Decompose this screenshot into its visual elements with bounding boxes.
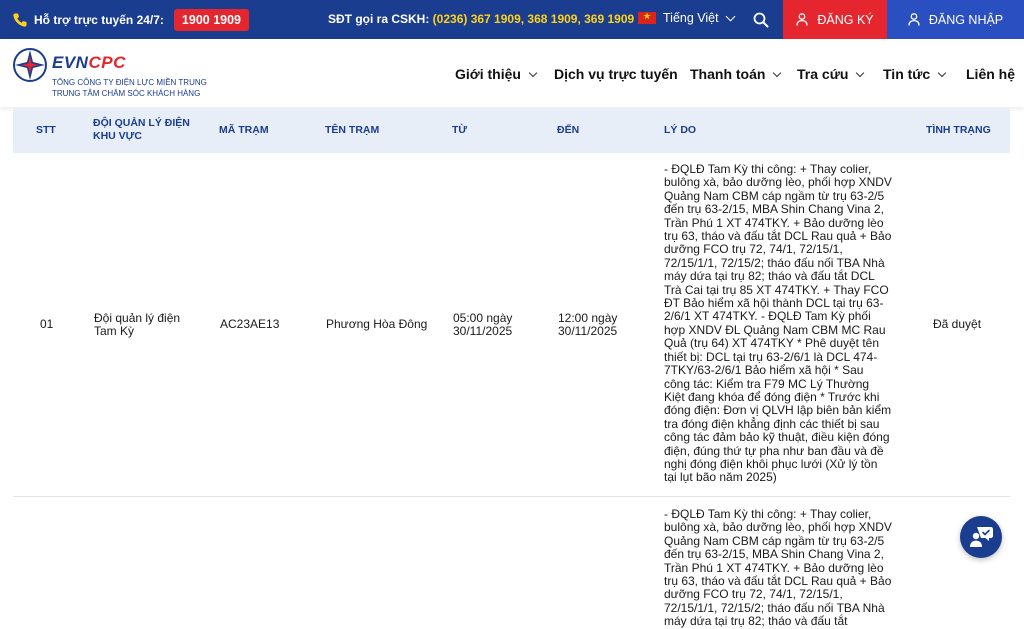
site-header: EVNCPC TỔNG CÔNG TY ĐIỆN LỰC MIỀN TRUNG … bbox=[0, 39, 1024, 107]
nav-label: Giới thiệu bbox=[455, 66, 521, 82]
th-ten-tram: TÊN TRẠM bbox=[325, 124, 380, 136]
register-button[interactable]: ĐĂNG KÝ bbox=[783, 0, 887, 39]
chevron-down-icon bbox=[528, 68, 538, 77]
nav-label: Liên hệ bbox=[966, 66, 1016, 82]
nav-tin-tuc[interactable]: Tin tức bbox=[883, 66, 947, 82]
login-label: ĐĂNG NHẬP bbox=[928, 12, 1004, 27]
chevron-down-icon bbox=[856, 68, 865, 77]
th-ma-tram: MÃ TRẠM bbox=[219, 124, 269, 136]
th-stt: STT bbox=[36, 124, 56, 136]
cskh-info: SĐT gọi ra CSKH: (0236) 367 1909, 368 19… bbox=[328, 12, 634, 26]
chat-support-icon bbox=[970, 527, 993, 547]
cskh-label: SĐT gọi ra CSKH: bbox=[328, 12, 433, 26]
evn-logo-icon bbox=[13, 48, 47, 82]
register-label: ĐĂNG KÝ bbox=[817, 12, 874, 27]
chat-support-button[interactable] bbox=[960, 516, 1002, 558]
language-label: Tiếng Việt bbox=[663, 11, 719, 25]
nav-dich-vu-truc-tuyen[interactable]: Dịch vụ trực tuyến bbox=[554, 66, 678, 82]
language-selector[interactable]: Tiếng Việt bbox=[638, 11, 736, 25]
nav-label: Tin tức bbox=[883, 66, 931, 82]
brand-cpc: CPC bbox=[88, 53, 126, 72]
brand-evn: EVN bbox=[52, 53, 89, 72]
cell-tu: 05:00 ngày 30/11/2025 bbox=[453, 311, 513, 339]
row-divider bbox=[13, 496, 1010, 497]
nav-gioi-thieu[interactable]: Giới thiệu bbox=[455, 66, 538, 82]
chevron-down-icon bbox=[725, 11, 736, 21]
search-icon[interactable] bbox=[752, 11, 770, 29]
th-doi-quan-ly: ĐỘI QUẢN LÝ ĐIỆN KHU VỰC bbox=[93, 117, 190, 142]
th-ly-do: LÝ DO bbox=[664, 124, 697, 136]
phone-icon bbox=[13, 13, 27, 27]
user-icon bbox=[796, 13, 809, 26]
nav-label: Tra cứu bbox=[797, 66, 849, 82]
cell-ly-do: - ĐQLĐ Tam Kỳ thi công: + Thay colier, b… bbox=[664, 507, 892, 629]
logo-subtitle-2: TRUNG TÂM CHĂM SÓC KHÁCH HÀNG bbox=[52, 89, 201, 98]
login-button[interactable]: ĐĂNG NHẬP bbox=[887, 0, 1024, 39]
nav-label: Dịch vụ trực tuyến bbox=[554, 66, 678, 82]
cell-ma-tram: AC23AE13 bbox=[220, 317, 280, 331]
nav-thanh-toan[interactable]: Thanh toán bbox=[690, 66, 782, 82]
cell-tinh-trang: Đã duyệt bbox=[933, 317, 982, 331]
chevron-down-icon bbox=[773, 68, 782, 77]
nav-label: Thanh toán bbox=[690, 66, 766, 82]
nav-tra-cuu[interactable]: Tra cứu bbox=[797, 66, 865, 82]
top-bar: Hỗ trợ trực tuyến 24/7: 1900 1909 SĐT gọ… bbox=[0, 0, 1024, 39]
cell-ly-do: - ĐQLĐ Tam Kỳ thi công: + Thay colier, b… bbox=[664, 162, 892, 485]
nav-lien-he[interactable]: Liên hệ bbox=[966, 66, 1015, 82]
logo-subtitle-1: TỔNG CÔNG TY ĐIỆN LỰC MIỀN TRUNG bbox=[52, 78, 207, 87]
cell-stt: 01 bbox=[40, 317, 54, 331]
vietnam-flag-icon bbox=[638, 11, 656, 24]
th-tinh-trang: TÌNH TRẠNG bbox=[926, 124, 991, 136]
hotline-label: Hỗ trợ trực tuyến 24/7: bbox=[34, 12, 164, 27]
evncpc-logo[interactable]: EVNCPC TỔNG CÔNG TY ĐIỆN LỰC MIỀN TRUNG … bbox=[12, 47, 207, 98]
user-icon bbox=[908, 13, 920, 26]
th-den: ĐẾN bbox=[557, 124, 580, 136]
cell-ten-tram: Phương Hòa Đông bbox=[326, 317, 428, 331]
chevron-down-icon bbox=[937, 68, 947, 77]
hotline: Hỗ trợ trực tuyến 24/7: 1900 1909 bbox=[12, 8, 250, 31]
cell-den: 12:00 ngày 30/11/2025 bbox=[558, 311, 618, 339]
hotline-number[interactable]: 1900 1909 bbox=[173, 8, 250, 31]
cell-doi: Đội quản lý điện Tam Kỳ bbox=[94, 311, 181, 339]
th-tu: TỪ bbox=[452, 124, 468, 136]
brand-name: EVNCPC bbox=[52, 53, 126, 73]
cskh-numbers: (0236) 367 1909, 368 1909, 369 1909 bbox=[432, 12, 635, 26]
